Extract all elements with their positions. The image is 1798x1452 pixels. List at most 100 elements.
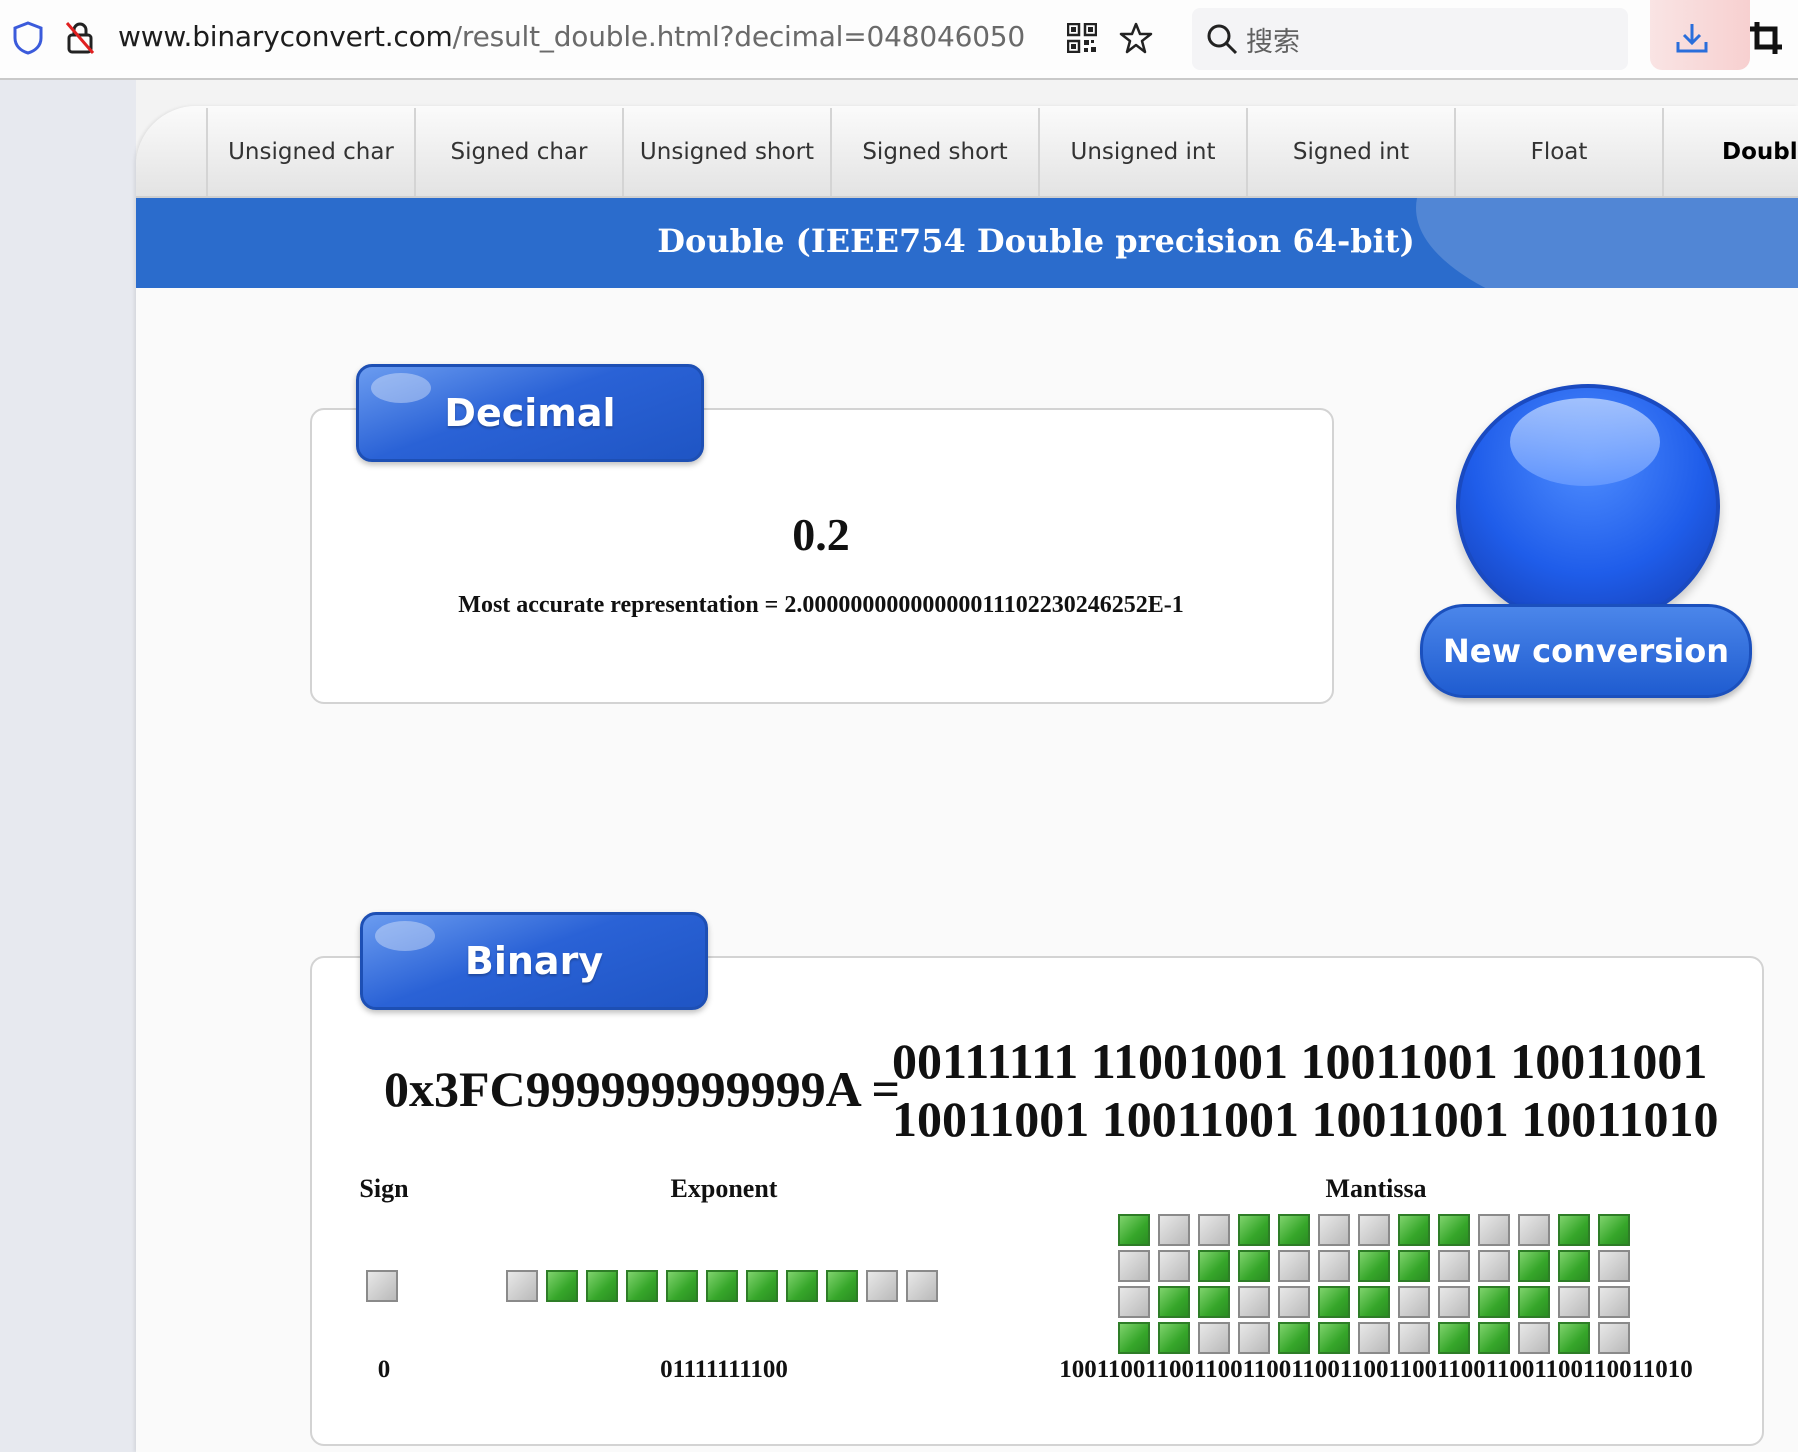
url-path: /result_double.html?decimal=048046050 [452, 20, 1026, 53]
bit-square [1398, 1322, 1430, 1354]
bit-square [1278, 1214, 1310, 1246]
sign-title: Sign [359, 1174, 409, 1203]
search-icon [1207, 24, 1238, 55]
mantissa-bit-string: 1001100110011001100110011001100110011001… [1059, 1356, 1693, 1383]
bit-square [1518, 1286, 1550, 1318]
bit-square [1598, 1286, 1630, 1318]
bit-square [1118, 1286, 1150, 1318]
binary-line-2: 10011001 10011001 10011001 10011010 [892, 1091, 1719, 1147]
bit-square [586, 1270, 618, 1302]
bit-square [1118, 1214, 1150, 1246]
bit-square [906, 1270, 938, 1302]
bit-square [1118, 1250, 1150, 1282]
page-banner: Double (IEEE754 Double precision 64-bit) [136, 198, 1798, 288]
bit-square [1478, 1286, 1510, 1318]
bit-square [866, 1270, 898, 1302]
bit-square [1358, 1286, 1390, 1318]
bit-square [1158, 1322, 1190, 1354]
download-icon[interactable] [1670, 16, 1714, 60]
bit-square [1318, 1322, 1350, 1354]
bit-square [1278, 1322, 1310, 1354]
search-input[interactable]: 搜索 [1192, 8, 1628, 70]
shield-icon[interactable] [8, 18, 48, 58]
bit-square [1438, 1250, 1470, 1282]
search-placeholder: 搜索 [1246, 26, 1300, 58]
bit-square [1198, 1250, 1230, 1282]
bit-square [1198, 1214, 1230, 1246]
bit-square [1558, 1322, 1590, 1354]
tab-signed-int[interactable]: Signed int [1246, 108, 1454, 196]
mantissa-title: Mantissa [1325, 1174, 1427, 1203]
bit-square [706, 1270, 738, 1302]
bit-square [1558, 1286, 1590, 1318]
bit-square [1398, 1286, 1430, 1318]
tab-signed-char[interactable]: Signed char [414, 108, 622, 196]
bit-square [1438, 1214, 1470, 1246]
tab-float[interactable]: Float [1454, 108, 1662, 196]
bit-square [1278, 1250, 1310, 1282]
url-host: www.binaryconvert.com [118, 20, 453, 53]
hex-value: 0x3FC999999999999A = [384, 1061, 900, 1117]
bit-square [546, 1270, 578, 1302]
orb-highlight [1510, 398, 1660, 486]
bookmark-star-icon[interactable] [1116, 18, 1156, 58]
bit-square [1598, 1214, 1630, 1246]
bit-square [1318, 1214, 1350, 1246]
tab-unsigned-char[interactable]: Unsigned char [206, 108, 414, 196]
bit-square [1318, 1286, 1350, 1318]
tab-double[interactable]: Double [1662, 108, 1798, 196]
bit-square [1598, 1322, 1630, 1354]
bit-square [746, 1270, 778, 1302]
bit-square [1438, 1322, 1470, 1354]
bit-square [506, 1270, 538, 1302]
bit-square [366, 1270, 398, 1302]
crop-icon[interactable] [1744, 16, 1788, 60]
exponent-bit-string: 01111111100 [660, 1356, 788, 1383]
bit-square [1158, 1286, 1190, 1318]
bit-square [1518, 1214, 1550, 1246]
bit-square [1518, 1322, 1550, 1354]
exponent-title: Exponent [670, 1174, 778, 1203]
exponent-bits [506, 1270, 946, 1302]
address-bar[interactable]: www.binaryconvert.com/result_double.html… [118, 20, 1025, 53]
bit-square [1238, 1322, 1270, 1354]
bit-square [1398, 1214, 1430, 1246]
tab-unsigned-int[interactable]: Unsigned int [1038, 108, 1246, 196]
bit-square [1118, 1322, 1150, 1354]
bit-square [1278, 1286, 1310, 1318]
bit-square [1558, 1214, 1590, 1246]
bit-square [1398, 1250, 1430, 1282]
decimal-value: 0.2 [792, 509, 850, 560]
bit-square [1358, 1250, 1390, 1282]
bit-square [1158, 1214, 1190, 1246]
bit-square [786, 1270, 818, 1302]
insecure-lock-icon[interactable] [60, 18, 100, 58]
bit-square [1158, 1250, 1190, 1282]
sign-bit-string: 0 [377, 1356, 391, 1383]
bit-square [1318, 1250, 1350, 1282]
accurate-representation: Most accurate representation = 2.0000000… [458, 592, 1184, 618]
bit-square [1238, 1286, 1270, 1318]
binary-label: Binary [360, 912, 708, 1010]
bit-square [1358, 1214, 1390, 1246]
bit-square [626, 1270, 658, 1302]
bit-square [826, 1270, 858, 1302]
bit-square [1198, 1322, 1230, 1354]
bit-square [1438, 1286, 1470, 1318]
page-margin [0, 80, 136, 1452]
mantissa-bits [1118, 1214, 1630, 1354]
bit-square [1478, 1250, 1510, 1282]
browser-toolbar: www.binaryconvert.com/result_double.html… [0, 0, 1798, 80]
bit-square [666, 1270, 698, 1302]
new-conversion-button[interactable]: New conversion [1420, 604, 1752, 698]
bit-square [1518, 1250, 1550, 1282]
qr-code-icon[interactable] [1062, 18, 1102, 58]
sign-bits [366, 1270, 406, 1302]
binary-line-1: 00111111 11001001 10011001 10011001 [892, 1033, 1708, 1089]
tab-unsigned-short[interactable]: Unsigned short [622, 108, 830, 196]
bit-square [1478, 1214, 1510, 1246]
bit-square [1358, 1322, 1390, 1354]
tab-signed-short[interactable]: Signed short [830, 108, 1038, 196]
bit-square [1598, 1250, 1630, 1282]
bit-square [1478, 1322, 1510, 1354]
